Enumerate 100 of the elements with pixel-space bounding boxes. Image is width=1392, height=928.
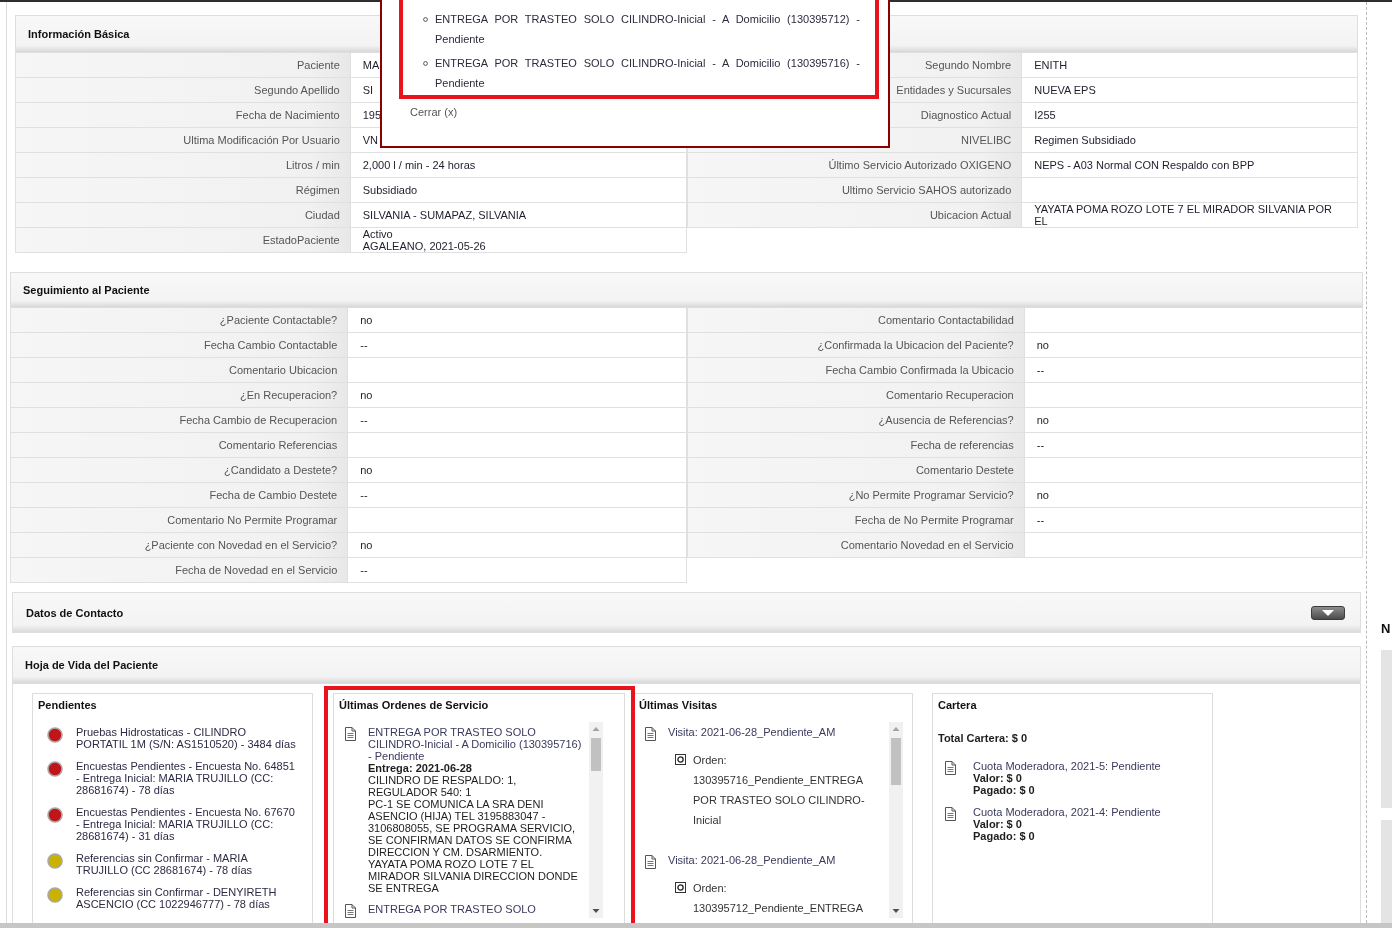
fee-amount: Valor: $ 0 — [973, 818, 1022, 830]
vertical-scrollbar[interactable] — [589, 722, 603, 918]
row-value: no — [360, 314, 373, 326]
caret-down-icon — [1322, 609, 1334, 616]
row-value: SI — [362, 84, 374, 96]
row-value: no — [1036, 489, 1049, 501]
row-label: Fecha de Nacimiento — [15, 103, 351, 127]
card-title: Cartera — [938, 699, 977, 711]
row-value: Regimen Subsidiado — [1034, 134, 1136, 146]
document-icon — [345, 904, 356, 918]
section-title: Datos de Contacto — [26, 606, 124, 619]
pending-item-text: Referencias sin Confirmar - MARIA TRUJILLO (CC 28681674) - 78 días — [76, 852, 254, 876]
row-label: Fecha de Cambio Destete — [10, 483, 349, 507]
row-label: Ciudad — [15, 203, 351, 227]
row-label: Paciente — [15, 53, 351, 77]
section-title: Información Básica — [28, 28, 130, 40]
fee-amount: Pagado: $ 0 — [973, 784, 1035, 796]
pending-item-text: Encuestas Pendientes - Encuesta No. 67670 - Entrega Inicial: MARIA TRUJILLO (CC: 28681674) - 31 días — [76, 806, 296, 842]
row-label: Comentario Ubicacion — [10, 358, 349, 382]
delivery-date: Entrega: 2021-06-28 — [368, 762, 472, 774]
row-value: Subsidiado — [362, 184, 418, 196]
row-value: -- — [1036, 514, 1045, 526]
row-label: ¿Ausencia de Referencias? — [686, 408, 1025, 432]
row-value: -- — [1036, 439, 1045, 451]
sidebar-heading: N — [1381, 621, 1392, 637]
fee-amount: Pagado: $ 0 — [973, 830, 1035, 842]
row-label: Litros / min — [15, 153, 351, 177]
section-title: Hoja de Vida del Paciente — [25, 659, 159, 671]
row-label: Fecha Cambio de Recuperacion — [10, 408, 349, 432]
row-label: Segundo Apellido — [15, 78, 351, 102]
row-label: Comentario Destete — [686, 458, 1025, 482]
row-label: ¿Paciente Contactable? — [10, 308, 349, 332]
pending-item-text: Encuestas Pendientes - Encuesta No. 64851 - Entrega Inicial: MARIA TRUJILLO (CC: 28681674) - 78 días — [76, 760, 296, 796]
scrollbar-thumb[interactable] — [891, 738, 901, 785]
row-label: Fecha Cambio Contactable — [10, 333, 349, 357]
row-value: no — [360, 464, 373, 476]
bullet-icon — [423, 17, 428, 22]
row-label: Fecha de Novedad en el Servicio — [10, 558, 349, 582]
row-value: NUEVA EPS — [1034, 84, 1096, 96]
pending-item-text: Referencias sin Confirmar - DENYIRETH ASCENCIO (CC 1022946777) - 78 días — [76, 886, 278, 910]
row-label: Comentario No Permite Programar — [10, 508, 349, 532]
row-value: no — [1036, 414, 1049, 426]
row-label: Fecha de No Permite Programar — [686, 508, 1025, 532]
row-value: 2,000 l / min - 24 horas — [362, 159, 476, 171]
row-label: ¿Paciente con Novedad en el Servicio? — [10, 533, 349, 557]
row-value: no — [360, 539, 373, 551]
order-title: ENTREGA POR TRASTEO SOLO CILINDRO-Inicial - A Domicilio (130395716) - Pendiente — [368, 726, 583, 762]
bullet-icon — [423, 61, 428, 66]
row-label: Régimen — [15, 178, 351, 202]
vertical-scrollbar[interactable] — [889, 722, 903, 918]
close-link[interactable]: Cerrar (x) — [410, 106, 458, 118]
row-value: -- — [360, 564, 368, 576]
row-value: VN — [362, 134, 379, 146]
fee-amount: Valor: $ 0 — [973, 772, 1022, 784]
row-label: Último Servicio Autorizado OXIGENO — [686, 153, 1023, 177]
row-value: YAYATA POMA ROZO LOTE 7 EL MIRADOR SILVANIA POR EL — [1034, 203, 1333, 227]
row-label: Comentario Referencias — [10, 433, 349, 457]
row-value: 195 — [362, 109, 382, 121]
row-value: -- — [360, 489, 368, 501]
row-value: SILVANIA - SUMAPAZ, SILVANIA — [362, 209, 527, 221]
scrollbar-thumb[interactable] — [591, 738, 601, 771]
row-label: ¿En Recuperacion? — [10, 383, 349, 407]
row-value: NEPS - A03 Normal CON Respaldo con BPP — [1034, 159, 1255, 171]
row-label: ¿Candidato a Destete? — [10, 458, 349, 482]
row-value: I255 — [1034, 109, 1056, 121]
row-value: Activo — [362, 228, 393, 240]
row-value: -- — [360, 414, 368, 426]
visit-title: Visita: 2021-06-28_Pendiente_AM — [668, 726, 836, 738]
row-value: MA — [362, 59, 380, 71]
card-title: Pendientes — [38, 699, 97, 711]
card-title: Últimas Ordenes de Servicio — [339, 699, 489, 711]
visit-order-text: Orden: 130395716_Pendiente_ENTREGA POR TRASTEO SOLO CILINDRO-Inicial — [693, 753, 866, 828]
order-details: CILINDRO DE RESPALDO: 1, REGULADOR 540: 1 — [368, 774, 518, 798]
row-label: Comentario Contactabilidad — [686, 308, 1025, 332]
order-note: PC-1 SE COMUNICA LA SRA DENI ASENCIO (HIJA) TEL 3195883047 - 3106808055, SE PROGRAMA SERVICIO, SE CONFIRMAN DATOS SE CONFIRMA DIRECCION Y CM. DSARMIENTO. YAYATA POMA ROZO LOTE 7 EL MIRADOR SILVANIA DIRECCION DONDE SE ENTREGA — [368, 798, 579, 894]
row-label: Fecha Cambio Confirmada la Ubicacio — [686, 358, 1025, 382]
visit-title: Visita: 2021-06-28_Pendiente_AM — [668, 854, 836, 866]
document-icon — [645, 727, 656, 741]
row-label: Ubicacion Actual — [686, 203, 1023, 227]
row-value: no — [1036, 339, 1049, 351]
row-label: ¿Confirmada la Ubicacion del Paciente? — [686, 333, 1025, 357]
order-notice-text: ENTREGA POR TRASTEO SOLO CILINDRO-Inicial - A Domicilio (130395712) - Pendiente — [435, 12, 860, 47]
row-label: Ultima Modificación Por Usuario — [15, 128, 351, 152]
pending-item-text: Pruebas Hidrostaticas - CILINDRO PORTATIL 1M (S/N: AS1510520) - 3484 días — [76, 726, 297, 750]
row-value: -- — [360, 339, 368, 351]
row-label: Comentario Novedad en el Servicio — [686, 533, 1025, 557]
visit-order-text: Orden: 130395712_Pendiente_ENTREGA — [693, 881, 864, 916]
row-label: ¿No Permite Programar Servicio? — [686, 483, 1025, 507]
row-label: Fecha de referencias — [686, 433, 1025, 457]
boxed-circle-icon — [675, 882, 686, 893]
card-title: Últimas Visitas — [639, 699, 718, 711]
row-value: AGALEANO, 2021-05-26 — [362, 240, 486, 252]
boxed-circle-icon — [675, 754, 686, 765]
order-title: ENTREGA POR TRASTEO SOLO — [368, 903, 536, 915]
row-label: Comentario Recuperacion — [686, 383, 1025, 407]
expand-button[interactable] — [1311, 605, 1345, 620]
fee-title: Cuota Moderadora, 2021-4: Pendiente — [973, 806, 1161, 818]
portfolio-total: Total Cartera: $ 0 — [938, 732, 1028, 744]
row-value: -- — [1036, 364, 1045, 376]
row-value: no — [360, 389, 373, 401]
